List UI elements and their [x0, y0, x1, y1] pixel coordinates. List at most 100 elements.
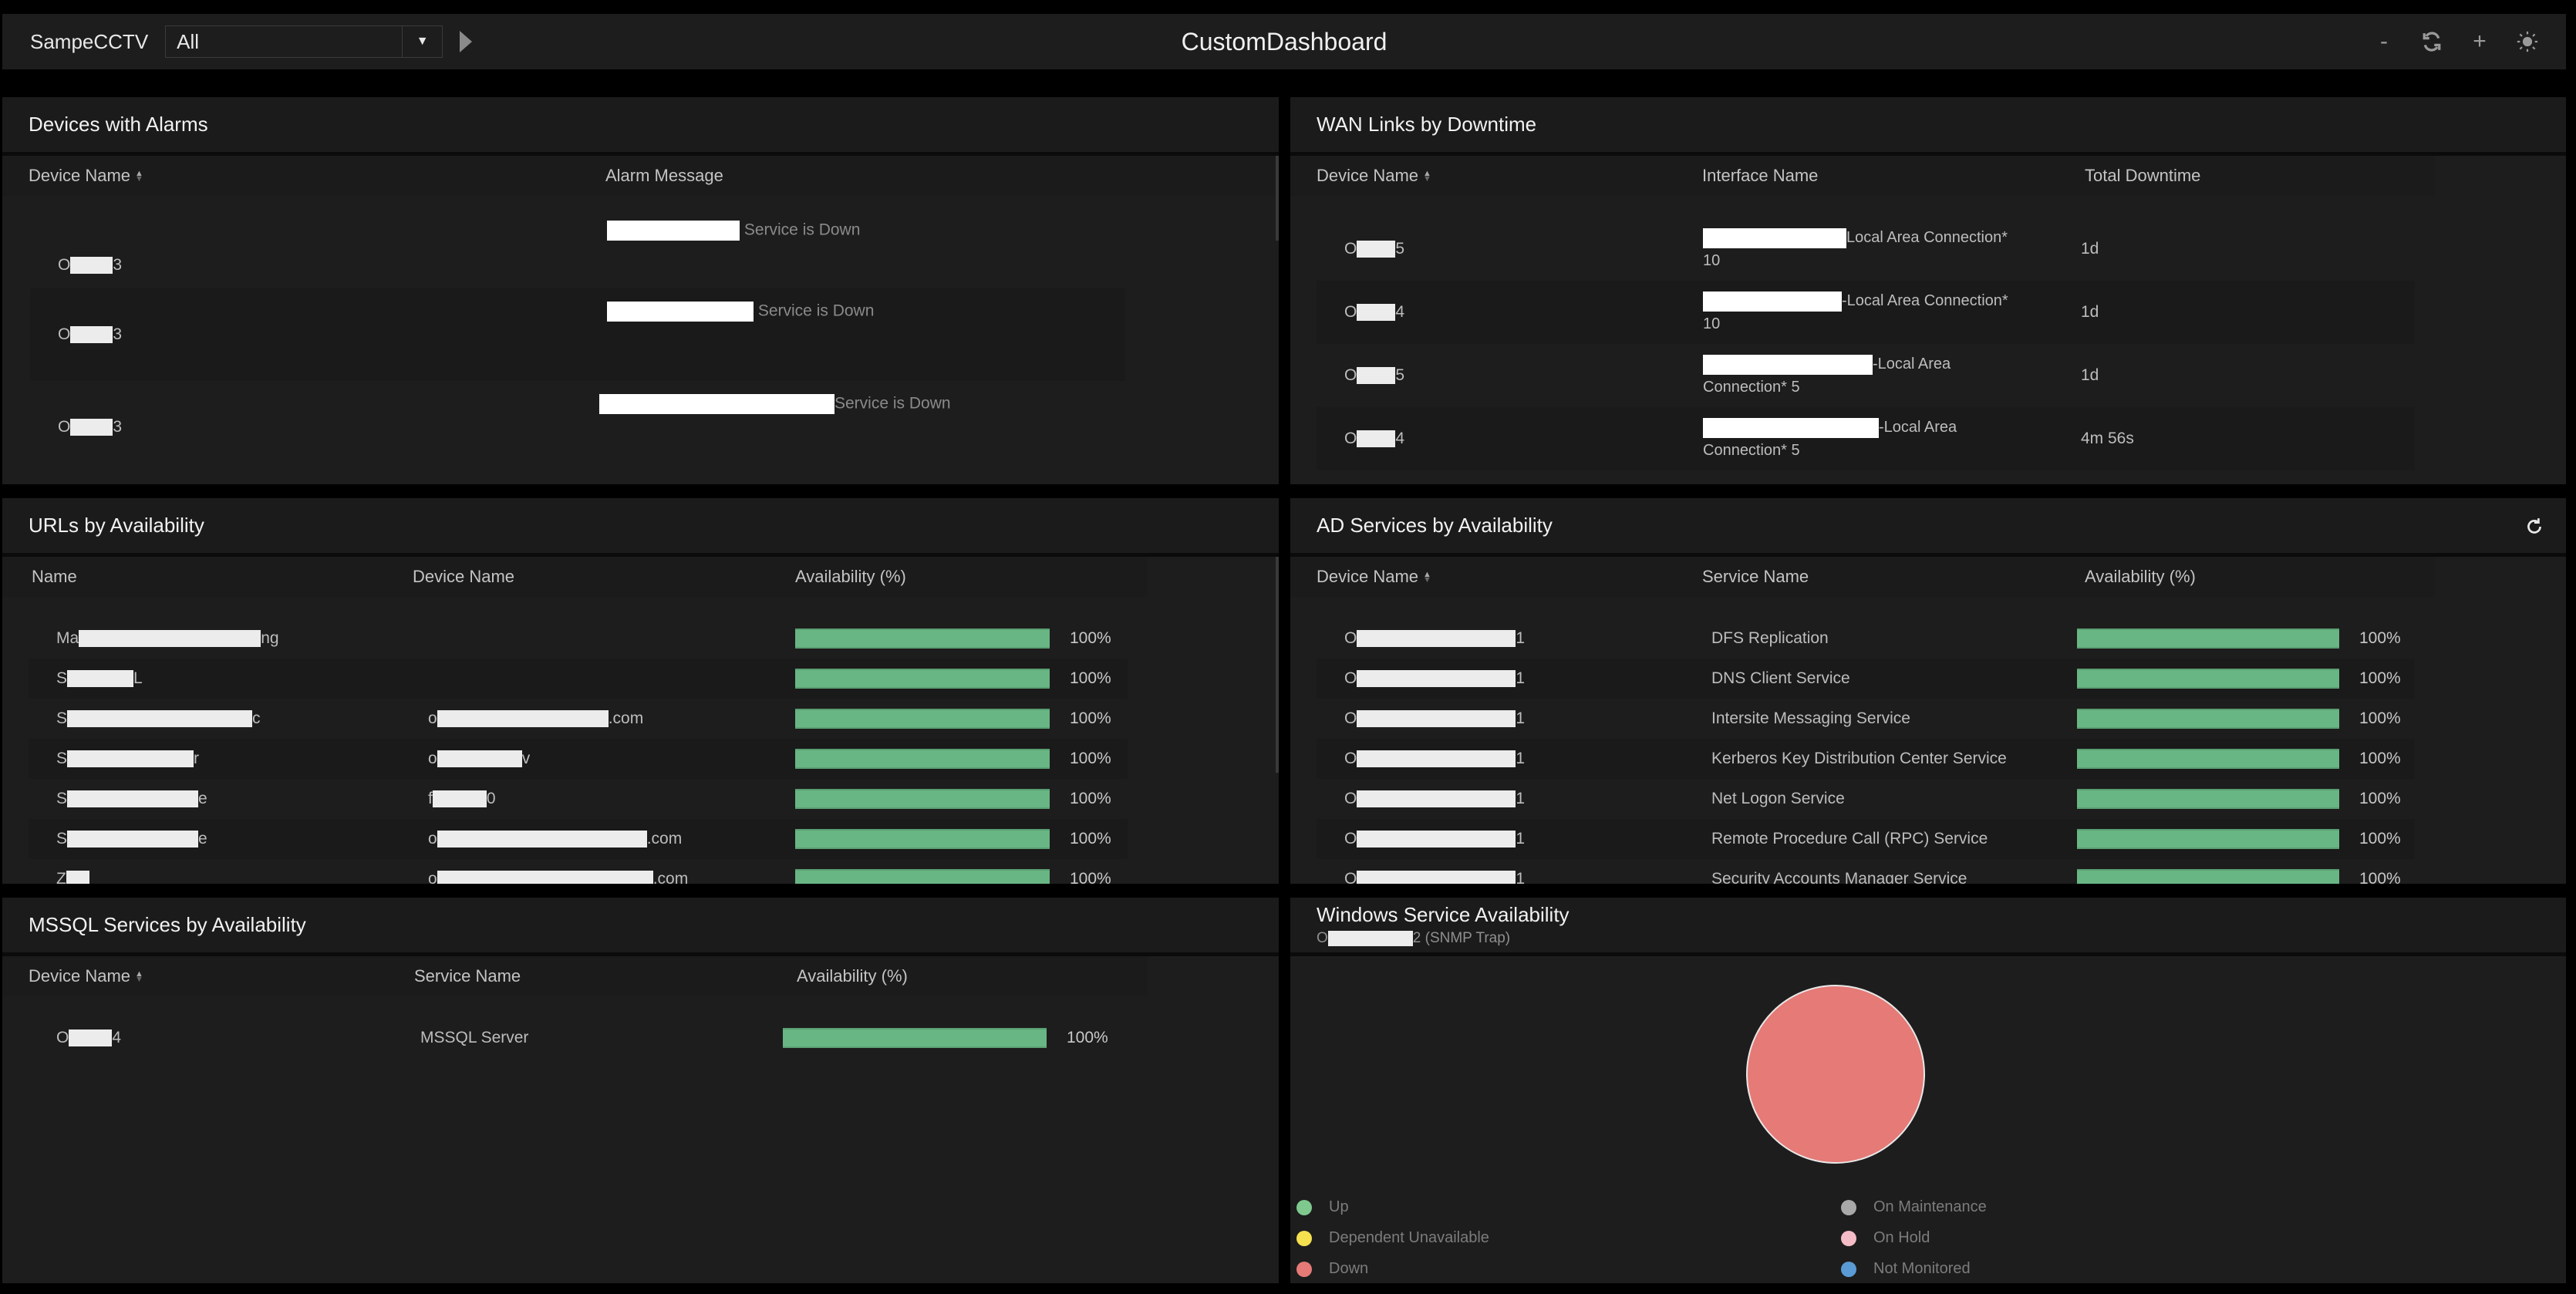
redacted — [437, 750, 522, 768]
column-header-device-name[interactable]: Device Name ▲ ▼ — [1317, 567, 1702, 587]
availability-value: 100% — [2359, 669, 2401, 687]
zoom-out-button[interactable]: - — [2373, 29, 2395, 55]
legend-item-up[interactable]: Up — [1296, 1198, 1349, 1216]
table-row[interactable]: O4 -Local Area Connection* 10 1d — [1317, 281, 2415, 344]
redacted — [67, 790, 199, 808]
redacted — [67, 670, 134, 688]
zoom-in-button[interactable]: + — [2469, 29, 2490, 55]
column-header-device-name[interactable]: Device Name ▲ ▼ — [29, 166, 605, 186]
table-row[interactable]: O3 Service is Down — [30, 381, 1125, 473]
refresh-button[interactable] — [2421, 32, 2443, 52]
group-filter-value: All — [177, 29, 200, 53]
pie-slice-down[interactable] — [1746, 985, 1925, 1164]
widget-title: Windows Service Availability — [1317, 903, 1570, 926]
column-header-availability: Availability (%) — [797, 966, 908, 986]
redacted — [70, 419, 113, 436]
availability-bar — [2077, 749, 2339, 769]
table-row[interactable]: O 1 Net Logon Service 100% — [1317, 779, 2415, 819]
group-filter-select[interactable]: All ▼ — [165, 25, 443, 58]
column-header-name: Name — [32, 567, 77, 586]
legend-label: Not Monitored — [1873, 1260, 1971, 1277]
table-row[interactable]: Sr o v 100% — [29, 739, 1128, 779]
column-header-device-name[interactable]: Device Name ▲ ▼ — [29, 966, 414, 986]
availability-bar — [2077, 628, 2339, 649]
legend-item-on-maintenance[interactable]: On Maintenance — [1841, 1198, 1987, 1216]
redacted — [67, 831, 199, 848]
redacted — [1703, 291, 1842, 312]
table-row[interactable]: S L 100% — [29, 659, 1128, 699]
reload-button[interactable] — [2524, 517, 2544, 541]
sort-icon[interactable]: ▲ ▼ — [1423, 170, 1431, 184]
column-header-alarm-message: Alarm Message — [605, 166, 723, 185]
table-row[interactable]: Se f 0 100% — [29, 779, 1128, 819]
column-header-total-downtime: Total Downtime — [2085, 166, 2201, 185]
redacted — [67, 750, 194, 768]
table-row[interactable]: O 1 Kerberos Key Distribution Center Servi… — [1317, 739, 2415, 779]
availability-bar — [783, 1028, 1047, 1048]
redacted — [607, 221, 740, 241]
table-row[interactable]: O 1 Intersite Messaging Service 100% — [1317, 699, 2415, 739]
redacted — [70, 326, 113, 344]
legend-label: Dependent Unavailable — [1329, 1229, 1489, 1246]
redacted — [1357, 670, 1516, 688]
redacted — [69, 1029, 113, 1047]
table-row[interactable]: O3 Service is Down — [30, 196, 1125, 288]
sort-icon[interactable]: ▲ ▼ — [135, 970, 143, 984]
scrollbar[interactable] — [1276, 557, 1279, 773]
table-row[interactable]: Ma ng 100% — [29, 618, 1128, 659]
table-row[interactable]: O4 -Local Area Connection* 5 4m 56s — [1317, 407, 2415, 470]
redacted — [1357, 630, 1516, 648]
mssql-services-widget: MSSQL Services by Availability Device Na… — [2, 898, 1279, 1283]
table-row[interactable]: O 4 MSSQL Server 100% — [29, 1018, 1128, 1058]
widget-subtitle: O2 (SNMP Trap) — [1317, 930, 1511, 946]
legend-item-dependent-unavailable[interactable]: Dependent Unavailable — [1296, 1229, 1489, 1247]
table-row[interactable]: O 1 Remote Procedure Call (RPC) Service 100… — [1317, 819, 2415, 859]
column-header-service-name: Service Name — [414, 966, 521, 986]
sun-icon — [2517, 31, 2538, 52]
redacted — [1357, 831, 1516, 848]
availability-value: 100% — [2359, 629, 2401, 647]
redacted — [1357, 871, 1516, 884]
minus-icon: - — [2380, 29, 2388, 54]
sort-icon[interactable]: ▲ ▼ — [1423, 571, 1431, 585]
windows-service-availability-widget: Windows Service Availability O2 (SNMP Tr… — [1290, 898, 2566, 1283]
play-icon[interactable] — [460, 31, 473, 52]
widget-title: MSSQL Services by Availability — [29, 913, 306, 936]
availability-value: 100% — [1070, 669, 1111, 687]
table-row[interactable]: Se o .com 100% — [29, 819, 1128, 859]
redacted — [1357, 790, 1516, 808]
redacted — [1703, 354, 1873, 375]
redacted — [1357, 750, 1516, 768]
sort-icon[interactable]: ▲ ▼ — [135, 170, 143, 184]
legend-item-not-monitored[interactable]: Not Monitored — [1841, 1260, 1971, 1278]
theme-toggle-button[interactable] — [2517, 29, 2538, 54]
table-row[interactable]: Sc o .com 100% — [29, 699, 1128, 739]
table-row[interactable]: O5 -Local Area Connection* 5 1d — [1317, 344, 2415, 407]
table-row[interactable]: O 1 DNS Client Service 100% — [1317, 659, 2415, 699]
table-row[interactable]: O 1 DFS Replication 100% — [1317, 618, 2415, 659]
column-header-device-name[interactable]: Device Name ▲ ▼ — [1317, 166, 1702, 186]
chevron-down-icon[interactable]: ▼ — [402, 26, 442, 57]
scrollbar[interactable] — [1276, 156, 1279, 241]
legend-label: Down — [1329, 1260, 1369, 1277]
column-header-interface-name: Interface Name — [1702, 166, 1819, 185]
availability-bar — [795, 669, 1050, 689]
legend-item-on-hold[interactable]: On Hold — [1841, 1229, 1930, 1247]
devices-with-alarms-widget: Devices with Alarms Device Name ▲ ▼ Alarm … — [2, 97, 1279, 484]
redacted — [1357, 710, 1516, 728]
availability-bar — [2077, 709, 2339, 729]
table-row[interactable]: O5 Local Area Connection* 10 1d — [1317, 217, 2415, 281]
redacted — [607, 302, 754, 322]
table-row[interactable]: Zo .com 100% — [29, 859, 1128, 884]
legend-label: On Maintenance — [1873, 1198, 1987, 1215]
legend-swatch — [1841, 1199, 1856, 1215]
redacted — [599, 394, 835, 414]
table-row[interactable]: O 1 Security Accounts Manager Service 100% — [1317, 859, 2415, 884]
table-row[interactable]: O3 Service is Down — [30, 288, 1125, 381]
legend-item-down[interactable]: Down — [1296, 1260, 1368, 1278]
widget-title: Devices with Alarms — [29, 113, 208, 136]
availability-bar — [795, 709, 1050, 729]
availability-value: 100% — [2359, 750, 2401, 767]
availability-bar — [2077, 829, 2339, 849]
availability-bar — [795, 869, 1050, 884]
